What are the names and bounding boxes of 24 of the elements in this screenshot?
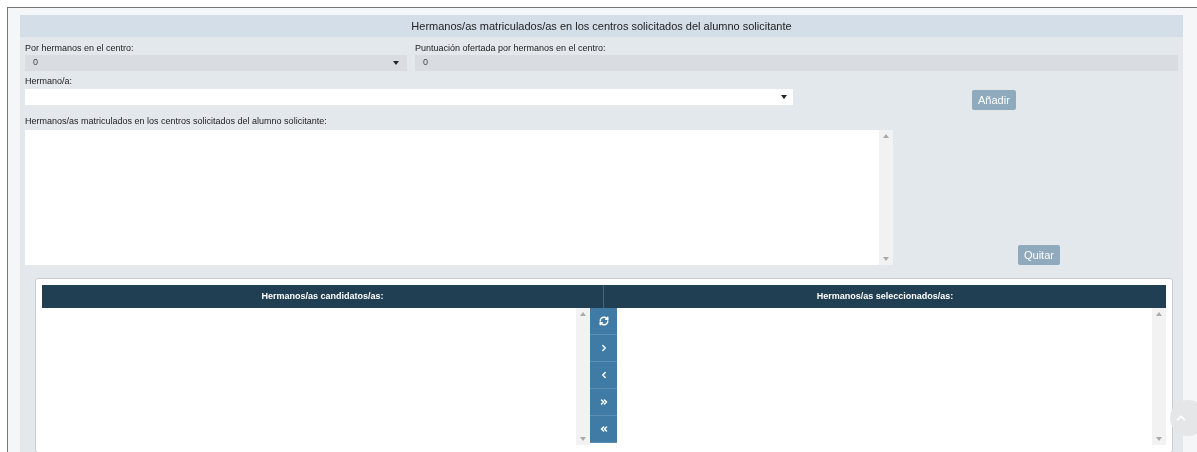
- move-all-left-button[interactable]: [590, 416, 617, 443]
- field-label: Hermanos/as matriculados en los centros solicitados del alumno solicitante:: [25, 115, 328, 128]
- move-all-right-button[interactable]: [590, 389, 617, 416]
- scroll-up-icon[interactable]: [1156, 312, 1162, 316]
- field-label: Hermano/a:: [25, 75, 74, 88]
- select-field[interactable]: 0: [25, 55, 407, 71]
- move-left-button[interactable]: [590, 362, 617, 389]
- field-label: Puntuación ofertada por hermanos en el centro:: [415, 42, 607, 55]
- refresh-icon: [598, 316, 609, 326]
- column-header: Hermanos/as seleccionados/as:: [815, 289, 955, 303]
- double-chevron-right-icon: [598, 397, 609, 407]
- scroll-down-icon[interactable]: [580, 437, 586, 441]
- dropdown-icon: [393, 61, 399, 65]
- scroll-down-icon[interactable]: [883, 257, 889, 261]
- field-label: Por hermanos en el centro:: [25, 42, 135, 55]
- scroll-up-icon[interactable]: [883, 134, 889, 138]
- refresh-button[interactable]: [590, 308, 617, 335]
- select-field[interactable]: [25, 89, 793, 105]
- double-chevron-left-icon: [598, 424, 609, 434]
- score-field[interactable]: 0: [415, 55, 1178, 71]
- scroll-down-icon[interactable]: [1156, 437, 1162, 441]
- dropdown-icon: [781, 95, 787, 99]
- section-title: Hermanos/as matriculados/as en los centros solicitados del alumno solicitante: [411, 18, 792, 34]
- scroll-up-icon[interactable]: [580, 312, 586, 316]
